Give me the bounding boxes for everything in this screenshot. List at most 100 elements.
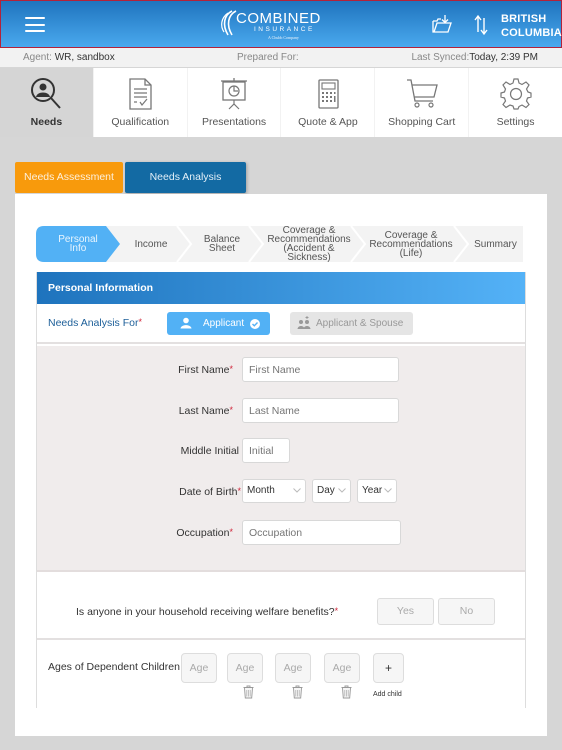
step-coverage-accident[interactable]: Coverage & Recommendations (Accident & Sick… [263, 226, 355, 263]
personal-info-panel: Personal Information Needs Analysis For*… [36, 272, 526, 708]
nav-label: Presentations [201, 116, 267, 128]
hamburger-menu-icon[interactable] [25, 17, 45, 32]
question-text: Is anyone in your household receiving we… [76, 606, 335, 618]
applicant-spouse-button[interactable]: Applicant & Spouse [290, 312, 413, 335]
month-value: Month [247, 485, 275, 496]
last-name-input[interactable] [242, 398, 399, 423]
step-line: Sickness) [287, 252, 331, 263]
region-line1: BRITISH [501, 13, 547, 25]
applicant-label: Applicant [203, 318, 245, 329]
trash-icon[interactable] [292, 685, 303, 699]
logo-tagline: A Chubb Company [268, 35, 299, 40]
synced-value: Today, 2:39 PM [469, 52, 538, 63]
first-name-input[interactable] [242, 357, 399, 382]
person-search-icon [31, 78, 62, 109]
nav-label: Quote & App [298, 116, 358, 128]
dob-label: Date of Birth* [137, 486, 241, 498]
nav-label: Needs [30, 116, 63, 128]
step-line: (Life) [399, 247, 423, 259]
label-text: First Name [178, 364, 230, 376]
dob-month-select[interactable]: Month [242, 479, 306, 503]
dob-year-select[interactable]: Year [357, 479, 397, 503]
dob-day-select[interactable]: Day [312, 479, 351, 503]
main-nav: Needs Qualification Presentations Quote … [0, 68, 562, 137]
label-text: Date of Birth [179, 486, 238, 498]
folder-download-icon[interactable] [431, 13, 453, 35]
analysis-for-label: Needs Analysis For* [48, 317, 142, 329]
step-line: Summary [474, 238, 517, 250]
nav-qualification[interactable]: Qualification [93, 68, 187, 137]
spouse-label: Applicant & Spouse [316, 318, 404, 329]
region-selector[interactable]: BRITISH COLUMBIA [501, 12, 562, 40]
tab-needs-analysis[interactable]: Needs Analysis [125, 162, 246, 193]
child-age-input[interactable]: Age [275, 653, 311, 683]
prepared-for: Prepared For: [237, 52, 299, 63]
required-mark: * [334, 606, 339, 616]
label-text: Last Name [178, 405, 230, 417]
required-mark: * [229, 405, 233, 415]
welfare-yes-button[interactable]: Yes [377, 598, 434, 625]
trash-icon[interactable] [243, 685, 254, 699]
required-mark: * [237, 486, 241, 496]
step-line: Sheet [208, 243, 236, 254]
applicant-button[interactable]: Applicant [167, 312, 270, 335]
nav-label: Qualification [111, 116, 170, 128]
occupation-input[interactable] [242, 520, 401, 545]
chevron-down-icon [338, 488, 346, 493]
step-summary[interactable]: Summary [468, 226, 523, 262]
required-mark: * [229, 527, 233, 537]
nav-label: Shopping Cart [388, 116, 456, 128]
add-child-caption: Add child [373, 691, 402, 698]
step-line: Info [69, 243, 87, 254]
progress-steps: Personal Info Income Balance Sheet Coverag… [36, 226, 523, 263]
trash-icon[interactable] [341, 685, 352, 699]
shopping-cart-icon [406, 79, 438, 108]
info-bar: Agent: WR, sandbox Prepared For: Last Sy… [0, 48, 562, 67]
required-mark: * [138, 317, 142, 327]
panel-title: Personal Information [37, 272, 525, 304]
nav-needs[interactable]: Needs [0, 68, 93, 137]
logo-sub: INSURANCE [254, 26, 315, 33]
agent-value: WR, sandbox [54, 52, 115, 63]
welfare-no-button[interactable]: No [438, 598, 495, 625]
child-age-input[interactable]: Age [324, 653, 360, 683]
nav-presentations[interactable]: Presentations [187, 68, 281, 137]
tab-needs-assessment[interactable]: Needs Assessment [15, 162, 123, 193]
last-name-label: Last Name* [137, 405, 233, 417]
required-mark: * [229, 364, 233, 374]
last-synced: Last Synced:Today, 2:39 PM [411, 52, 538, 63]
app-header: COMBINED INSURANCE A Chubb Company BRITI… [0, 0, 562, 48]
year-value: Year [362, 485, 383, 496]
chevron-down-icon [293, 488, 301, 493]
add-child-button[interactable]: + [373, 653, 404, 683]
step-personal-info[interactable]: Personal Info [46, 226, 110, 262]
chevron-down-icon [384, 488, 392, 493]
child-age-input[interactable]: Age [227, 653, 263, 683]
children-label: Ages of Dependent Children [48, 661, 180, 673]
couple-icon [297, 316, 311, 329]
check-circle-icon [250, 319, 260, 329]
calculator-icon [318, 79, 339, 109]
presentation-board-icon [221, 78, 248, 110]
label-text: Occupation [176, 527, 230, 539]
nav-label: Settings [496, 116, 535, 128]
welfare-question: Is anyone in your household receiving we… [76, 606, 338, 618]
agent-info: Agent: WR, sandbox [23, 52, 115, 63]
nav-quote-app[interactable]: Quote & App [281, 68, 375, 137]
day-value: Day [317, 485, 335, 496]
nav-settings[interactable]: Settings [469, 68, 562, 137]
document-check-icon [129, 78, 152, 110]
nav-shopping-cart[interactable]: Shopping Cart [375, 68, 469, 137]
child-age-input[interactable]: Age [181, 653, 217, 683]
first-name-label: First Name* [137, 364, 233, 376]
analysis-for-row: Needs Analysis For* Applicant Applicant … [37, 304, 525, 344]
middle-initial-label: Middle Initial [180, 445, 239, 457]
step-coverage-life[interactable]: Coverage & Recommendations (Life) [365, 226, 457, 262]
step-income[interactable]: Income [120, 226, 182, 262]
logo-brand: COMBINED [236, 10, 321, 27]
step-line: Income [134, 238, 168, 250]
up-down-arrows-icon[interactable] [473, 14, 489, 36]
middle-initial-input[interactable] [242, 438, 290, 463]
label-text: Needs Analysis For [48, 317, 139, 329]
step-balance-sheet[interactable]: Balance Sheet [191, 226, 253, 262]
